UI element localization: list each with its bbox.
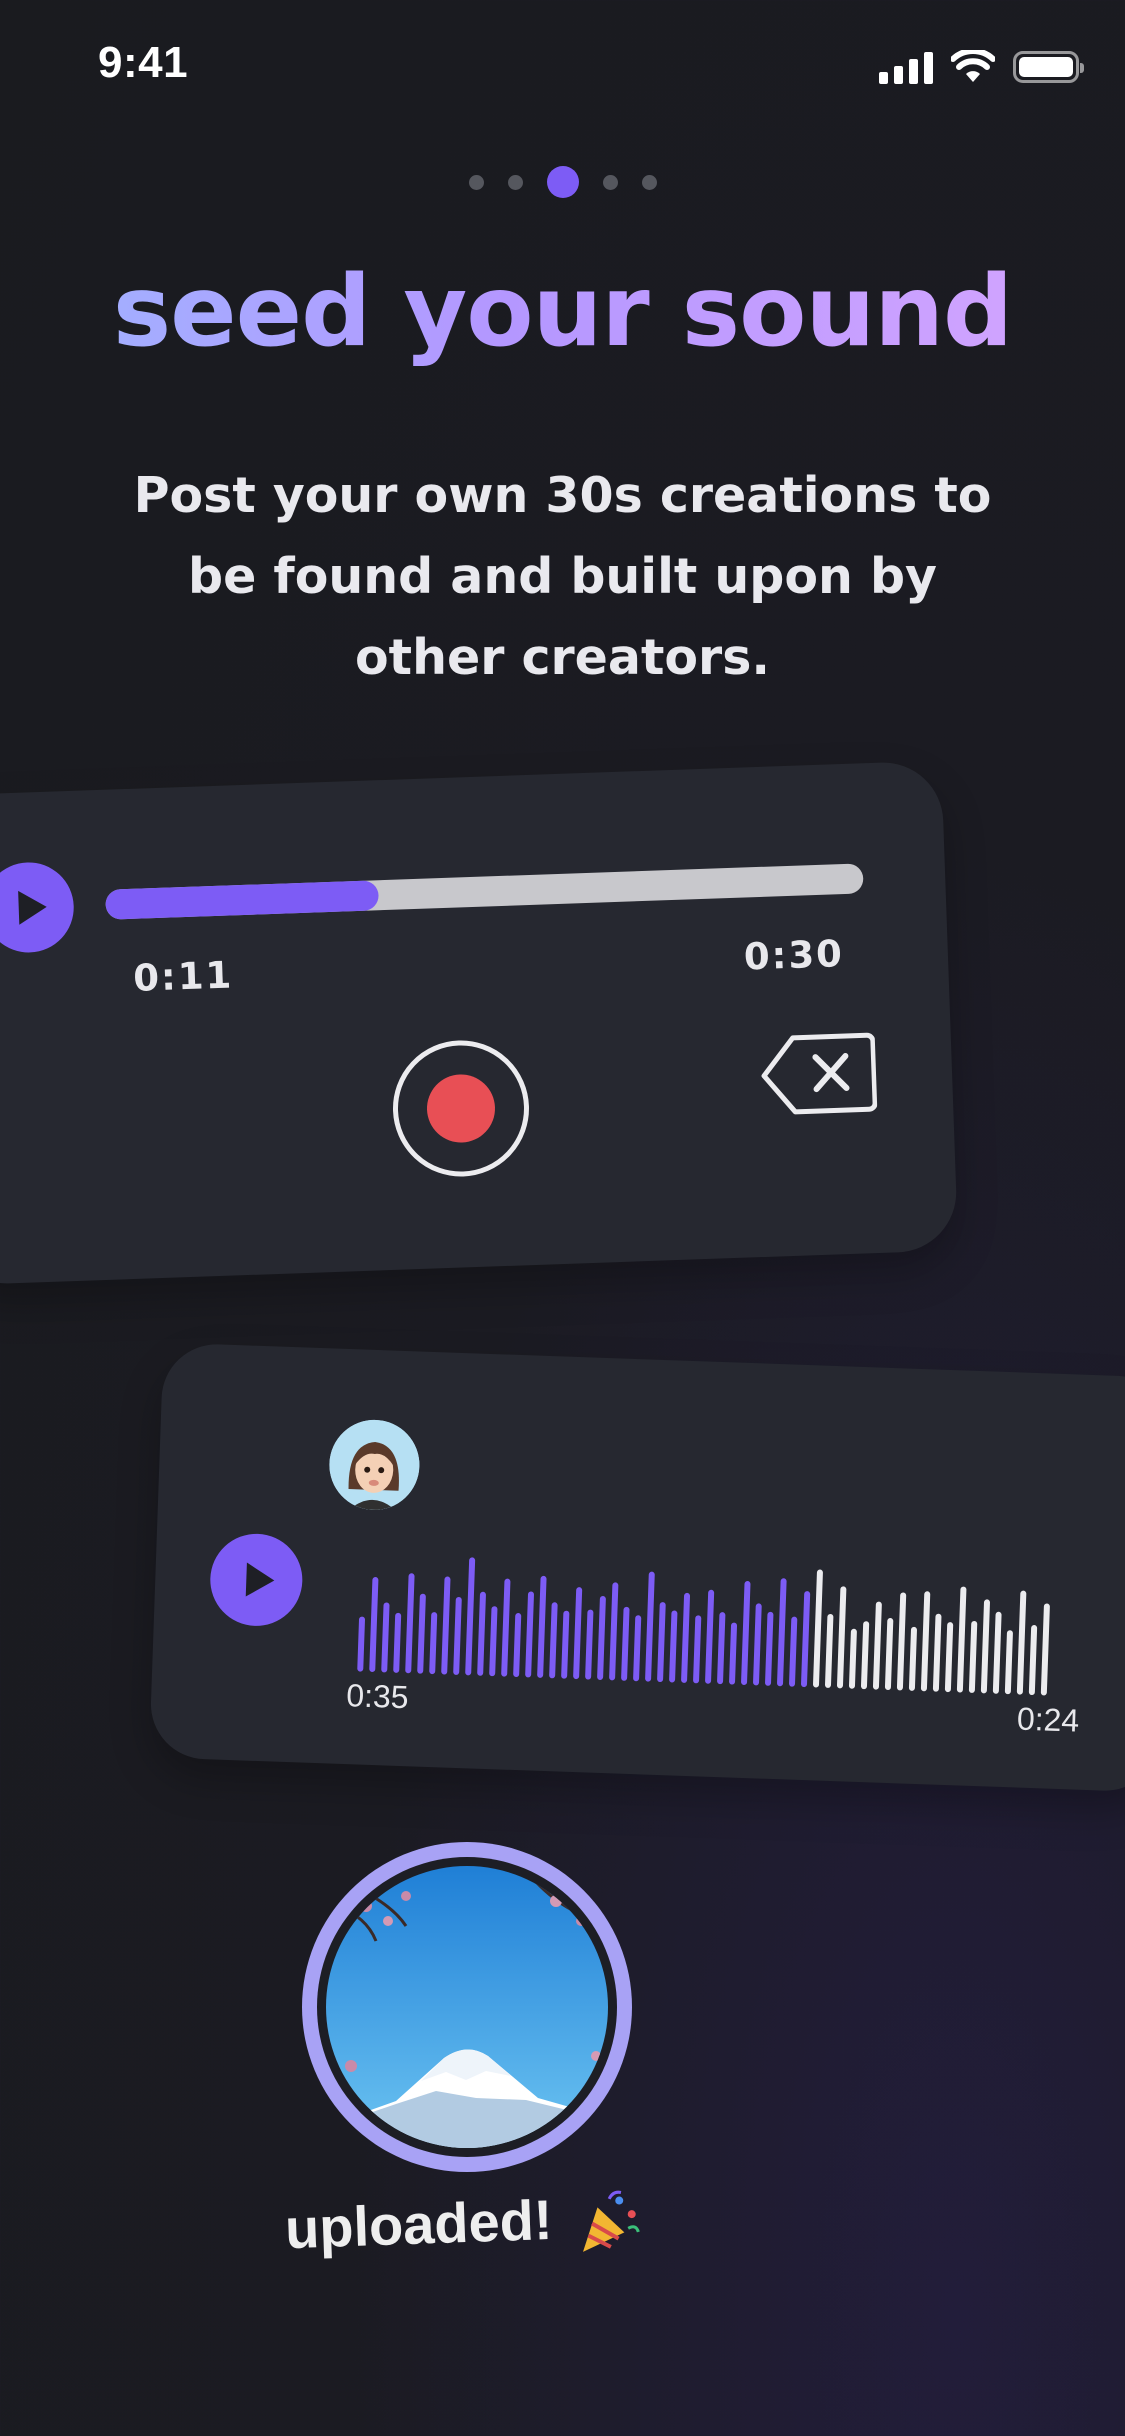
waveform-bar [393, 1612, 402, 1673]
waveform-bar [609, 1582, 619, 1681]
waveform-bar [501, 1578, 511, 1677]
waveform-bar [357, 1616, 366, 1672]
waveform-bar [429, 1612, 438, 1675]
page-title: seed your sound [0, 255, 1125, 369]
cover-image [326, 1866, 608, 2148]
waveform-bar [489, 1606, 498, 1677]
total-time: 0:30 [743, 932, 845, 979]
waveform-bar [405, 1573, 415, 1674]
page-subtitle: Post your own 30s creations to be found … [133, 467, 992, 686]
page-dot[interactable] [468, 174, 484, 190]
waveform-bar [776, 1578, 787, 1687]
waveform-bar [1040, 1603, 1050, 1696]
waveform-bar [369, 1576, 379, 1673]
upload-preview [302, 1842, 632, 2172]
play-icon [245, 1562, 275, 1598]
recorder-card: 0:11 0:30 [0, 760, 959, 1286]
waveform-bar [896, 1592, 907, 1691]
waveform-bar [872, 1601, 882, 1690]
waveform-bar [716, 1612, 726, 1685]
waveform-bar [956, 1586, 967, 1693]
waveform-bar [549, 1602, 558, 1679]
waveform[interactable] [357, 1540, 1091, 1697]
battery-icon [1013, 51, 1084, 83]
waveform-bar [465, 1557, 476, 1676]
play-icon [18, 889, 48, 925]
waveform-bar [561, 1610, 570, 1679]
waveform-bar [980, 1599, 991, 1694]
waveform-bar [800, 1591, 811, 1688]
waveform-bar [824, 1613, 834, 1689]
waveform-bar [764, 1611, 774, 1686]
waveform-bar [477, 1591, 487, 1676]
waveform-bar [848, 1628, 857, 1689]
waveform-bar [573, 1587, 583, 1680]
page-dot[interactable] [507, 174, 523, 190]
delete-icon[interactable] [759, 1031, 878, 1117]
page-indicator [0, 166, 1125, 198]
waveform-bar [944, 1622, 954, 1693]
waveform-bar [1016, 1590, 1027, 1695]
waveform-bar [932, 1613, 942, 1692]
waveform-bar [597, 1595, 606, 1681]
waveform-left-time: 0:35 [345, 1677, 410, 1716]
waveform-bar [381, 1602, 390, 1673]
page-dot-active[interactable] [546, 166, 579, 198]
waveform-bar [812, 1569, 824, 1688]
waveform-bar [788, 1616, 798, 1687]
signal-icon [879, 50, 933, 84]
waveform-bar [668, 1610, 678, 1683]
waveform-bar [908, 1626, 918, 1691]
waveform-bar [441, 1576, 451, 1675]
waveform-bar [453, 1596, 462, 1676]
waveform-bar [884, 1617, 894, 1691]
status-time: 9:41 [98, 38, 189, 87]
waveform-bar [752, 1603, 762, 1686]
recording-progress[interactable] [105, 863, 864, 920]
status-bar: 9:41 [0, 0, 1125, 135]
waveform-bar [692, 1615, 702, 1684]
page-dot[interactable] [641, 174, 657, 190]
waveform-bar [740, 1580, 751, 1686]
waveform-right-time: 0:24 [1016, 1700, 1080, 1739]
wifi-icon [951, 50, 995, 82]
play-button[interactable] [208, 1532, 304, 1628]
track-card: 0:35 0:24 [149, 1342, 1125, 1793]
waveform-bar [537, 1575, 547, 1678]
waveform-bar [633, 1615, 642, 1682]
waveform-bar [621, 1606, 630, 1681]
waveform-bar [968, 1620, 978, 1694]
page-dot[interactable] [602, 174, 618, 190]
party-popper-icon [583, 2190, 640, 2253]
waveform-bar [645, 1571, 655, 1682]
waveform-bar [1004, 1630, 1014, 1695]
waveform-bar [525, 1591, 535, 1678]
waveform-bar [836, 1586, 847, 1689]
waveform-bar [860, 1621, 870, 1690]
waveform-bar [704, 1589, 715, 1684]
upload-status-label: uploaded! [283, 2187, 554, 2261]
progress-fill [105, 880, 379, 920]
waveform-bar [585, 1609, 594, 1680]
waveform-bar [513, 1612, 522, 1678]
waveform-bar [992, 1611, 1002, 1694]
waveform-bar [417, 1593, 426, 1674]
elapsed-time: 0:11 [132, 953, 234, 1000]
play-button[interactable] [0, 860, 76, 955]
status-icons [879, 50, 1084, 84]
waveform-bar [657, 1601, 666, 1683]
avatar [327, 1418, 421, 1512]
record-button[interactable] [390, 1038, 532, 1179]
waveform-bar [1028, 1624, 1038, 1696]
record-icon [425, 1073, 497, 1144]
waveform-bar [680, 1592, 691, 1683]
upload-status: uploaded! [284, 2184, 643, 2267]
waveform-bar [920, 1591, 931, 1692]
waveform-bar [728, 1622, 738, 1685]
